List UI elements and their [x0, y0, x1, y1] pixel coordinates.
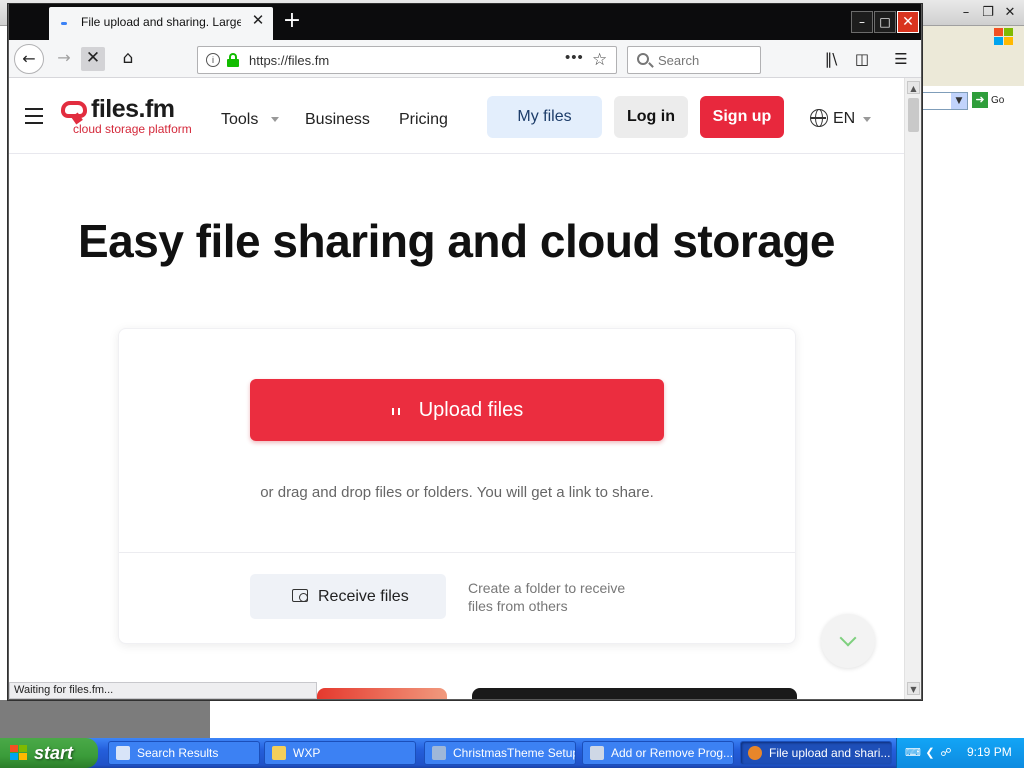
- go-arrow-icon: ➜: [972, 92, 988, 109]
- start-label: start: [34, 743, 74, 763]
- preview-image: [472, 688, 797, 699]
- home-button[interactable]: ⌂: [113, 44, 143, 74]
- receive-files-button[interactable]: Receive files: [250, 574, 446, 619]
- new-tab-button[interactable]: +: [279, 8, 305, 34]
- menu-icon[interactable]: ☰: [891, 50, 911, 68]
- signup-button[interactable]: Sign up: [700, 96, 784, 138]
- receive-label: Receive files: [318, 588, 409, 605]
- cloud-logo-icon: [61, 101, 87, 118]
- nav-business[interactable]: Business: [305, 111, 370, 129]
- firefox-window: File upload and sharing. Large file s ✕ …: [8, 4, 922, 700]
- search-input[interactable]: Search: [627, 46, 761, 74]
- background-go-button[interactable]: ➜ Go: [972, 92, 1018, 110]
- taskbar-item-add-remove-programs[interactable]: Add or Remove Prog...: [582, 741, 734, 765]
- taskbar-item-wxp[interactable]: WXP: [264, 741, 416, 765]
- upload-label: Upload files: [418, 399, 524, 421]
- scroll-down-arrow-icon[interactable]: ▼: [907, 682, 920, 695]
- status-bar: Waiting for files.fm...: [9, 682, 317, 699]
- tab-files-fm[interactable]: File upload and sharing. Large file s ✕: [49, 7, 273, 40]
- nav-pricing[interactable]: Pricing: [399, 111, 448, 129]
- scroll-up-arrow-icon[interactable]: ▲: [907, 81, 920, 94]
- taskbar-item-label: Add or Remove Prog...: [611, 746, 734, 760]
- upload-spinner-icon: [391, 406, 401, 416]
- bookmark-star-icon[interactable]: ☆: [592, 50, 607, 70]
- nav-tools[interactable]: Tools: [221, 111, 258, 129]
- receive-description: Create a folder to receive files from ot…: [468, 580, 626, 614]
- library-icon[interactable]: ‖\: [821, 50, 841, 68]
- tab-close-icon[interactable]: ✕: [249, 12, 267, 30]
- globe-icon[interactable]: [810, 109, 828, 127]
- background-minimize-button[interactable]: –: [956, 4, 976, 22]
- clock: 9:19 PM: [967, 745, 1012, 759]
- sidebar-icon[interactable]: ◫: [852, 50, 872, 68]
- tab-bar: File upload and sharing. Large file s ✕ …: [9, 4, 921, 40]
- info-icon[interactable]: i: [206, 53, 220, 67]
- folder-receive-icon: [292, 589, 308, 602]
- page-actions-icon[interactable]: •••: [565, 49, 584, 66]
- go-label: Go: [991, 95, 1005, 106]
- site-header: files.fm cloud storage platform Tools Bu…: [9, 78, 904, 154]
- hero-title: Easy file sharing and cloud storage: [77, 215, 836, 267]
- scroll-down-button[interactable]: [821, 614, 875, 668]
- tab-loading-icon: [61, 22, 67, 25]
- minimize-button[interactable]: –: [851, 11, 873, 33]
- my-files-button[interactable]: My files: [487, 96, 602, 138]
- site-logo[interactable]: files.fm cloud storage platform: [61, 95, 203, 138]
- tools-caret-icon[interactable]: [271, 117, 279, 122]
- system-tray: ⌨ ❮ ☍ 9:19 PM: [896, 738, 1024, 768]
- forward-button[interactable]: →: [49, 44, 79, 74]
- logo-name: files.fm: [91, 95, 175, 123]
- scrollbar-thumb[interactable]: [908, 98, 919, 132]
- close-button[interactable]: ✕: [897, 11, 919, 33]
- stop-button[interactable]: ✕: [81, 47, 105, 71]
- page-content: files.fm cloud storage platform Tools Bu…: [9, 78, 904, 699]
- background-restore-button[interactable]: ❐: [978, 4, 998, 22]
- search-icon: [637, 53, 649, 65]
- taskbar: start Search Results WXP ChristmasTheme …: [0, 738, 1024, 768]
- address-bar[interactable]: i https://files.fm ••• ☆: [197, 46, 617, 74]
- taskbar-item-label: File upload and shari...: [769, 746, 891, 760]
- lock-icon[interactable]: [227, 53, 239, 67]
- background-address-combo[interactable]: ▼: [922, 92, 968, 110]
- drag-drop-text: or drag and drop files or folders. You w…: [260, 484, 654, 501]
- vertical-scrollbar[interactable]: ▲ ▼: [904, 78, 921, 699]
- hamburger-menu-icon[interactable]: [25, 108, 43, 124]
- upload-files-button[interactable]: Upload files: [250, 379, 664, 441]
- language-caret-icon[interactable]: [863, 117, 871, 122]
- windows-flag-icon: [10, 745, 28, 761]
- back-button[interactable]: ←: [14, 44, 44, 74]
- login-button[interactable]: Log in: [614, 96, 688, 138]
- windows-logo-icon: [994, 28, 1016, 48]
- tab-title: File upload and sharing. Large file s: [81, 15, 241, 29]
- taskbar-item-label: ChristmasTheme Setup: [453, 746, 576, 760]
- background-close-button[interactable]: ✕: [1000, 4, 1020, 22]
- folder-icon: [272, 746, 286, 760]
- language-selector[interactable]: EN: [833, 110, 855, 128]
- chevron-left-icon[interactable]: ❮: [923, 746, 937, 760]
- maximize-button[interactable]: □: [874, 11, 896, 33]
- card-divider: [119, 552, 795, 553]
- background-panel: [0, 700, 210, 738]
- preview-image: [317, 688, 447, 699]
- taskbar-item-search-results[interactable]: Search Results: [108, 741, 260, 765]
- keyboard-icon[interactable]: ⌨: [905, 746, 921, 760]
- chevron-down-icon[interactable]: ▼: [951, 93, 967, 109]
- search-placeholder: Search: [658, 53, 700, 68]
- navigation-toolbar: ← → ✕ ⌂ i https://files.fm ••• ☆ Search …: [9, 40, 921, 78]
- start-button[interactable]: start: [0, 738, 98, 768]
- taskbar-item-firefox[interactable]: File upload and shari...: [740, 741, 892, 765]
- search-results-icon: [116, 746, 130, 760]
- url-text[interactable]: https://files.fm: [249, 53, 329, 68]
- firefox-icon: [748, 746, 762, 760]
- setup-icon: [432, 746, 446, 760]
- upload-card: Upload files or drag and drop files or f…: [118, 328, 796, 644]
- taskbar-item-christmastheme-setup[interactable]: ChristmasTheme Setup: [424, 741, 576, 765]
- logo-tagline: cloud storage platform: [73, 122, 192, 136]
- taskbar-item-label: WXP: [293, 746, 321, 760]
- network-icon[interactable]: ☍: [939, 746, 953, 760]
- taskbar-item-label: Search Results: [137, 746, 219, 760]
- add-remove-icon: [590, 746, 604, 760]
